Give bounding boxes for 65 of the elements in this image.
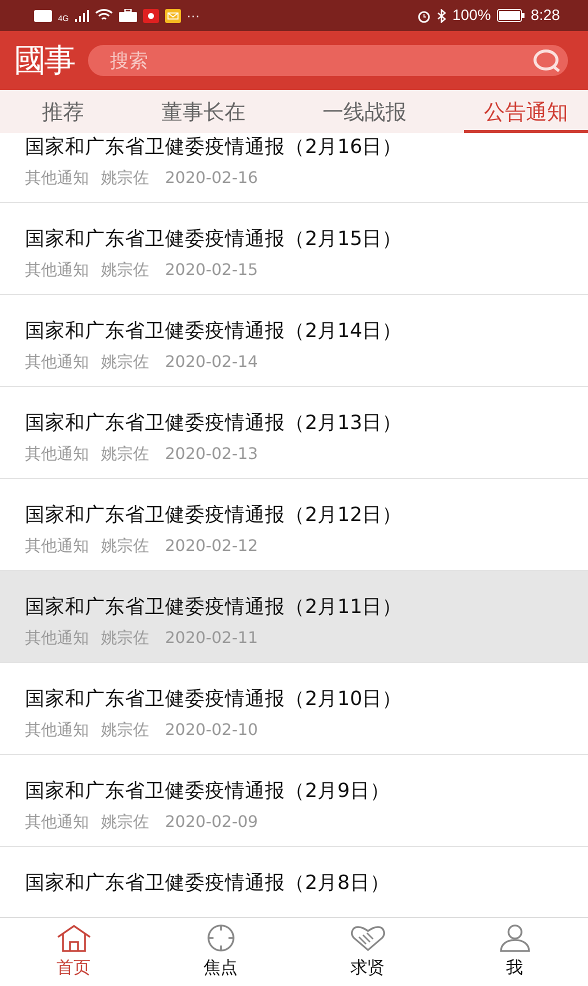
article-row[interactable]: 国家和广东省卫健委疫情通报（2月11日） 其他通知 姚宗佐 2020-02-11 <box>0 571 588 663</box>
article-category: 其他通知 <box>25 352 89 373</box>
nav-tab[interactable]: 我 <box>441 918 588 986</box>
article-author: 姚宗佐 <box>101 260 149 281</box>
category-tab[interactable]: 推荐 <box>22 90 104 133</box>
more-notifications: ··· <box>186 8 200 23</box>
article-category: 其他通知 <box>25 720 89 741</box>
article-date: 2020-02-10 <box>165 720 258 741</box>
app-logo: 國事 <box>14 40 74 80</box>
article-category: 其他通知 <box>25 628 89 649</box>
category-tab[interactable]: 公告通知 <box>464 90 588 133</box>
article-category: 其他通知 <box>25 536 89 557</box>
search-icon[interactable] <box>532 48 562 74</box>
article-title: 国家和广东省卫健委疫情通报（2月12日） <box>25 502 404 528</box>
nav-tab[interactable]: 求贤 <box>294 918 441 986</box>
wifi-icon <box>94 9 113 22</box>
battery-icon <box>496 9 525 22</box>
article-author: 姚宗佐 <box>101 628 149 649</box>
article-author: 姚宗佐 <box>101 444 149 465</box>
article-row[interactable]: 国家和广东省卫健委疫情通报（2月9日） 其他通知 姚宗佐 2020-02-09 <box>0 755 588 847</box>
article-title: 国家和广东省卫健委疫情通报（2月9日） <box>25 778 391 804</box>
briefcase-icon <box>118 9 137 22</box>
category-tab[interactable]: 董事长在 <box>141 90 266 133</box>
article-category: 其他通知 <box>25 260 89 281</box>
article-title: 国家和广东省卫健委疫情通报（2月8日） <box>25 870 391 896</box>
article-date: 2020-02-12 <box>165 536 258 557</box>
article-row[interactable]: 国家和广东省卫健委疫情通报（2月16日） 其他通知 姚宗佐 2020-02-16 <box>0 133 588 203</box>
article-date: 2020-02-11 <box>165 628 258 649</box>
signal-icon <box>74 10 89 22</box>
nav-tab[interactable]: 首页 <box>0 918 147 986</box>
article-row[interactable]: 国家和广东省卫健委疫情通报（2月14日） 其他通知 姚宗佐 2020-02-14 <box>0 295 588 387</box>
nav-tab[interactable]: 焦点 <box>147 918 294 986</box>
bluetooth-icon <box>437 8 446 22</box>
article-title: 国家和广东省卫健委疫情通报（2月15日） <box>25 226 404 252</box>
article-title: 国家和广东省卫健委疫情通报（2月16日） <box>25 134 404 160</box>
network-label: 4G <box>58 14 69 23</box>
article-row[interactable]: 国家和广东省卫健委疫情通报（2月10日） 其他通知 姚宗佐 2020-02-10 <box>0 663 588 755</box>
article-author: 姚宗佐 <box>101 812 149 833</box>
article-author: 姚宗佐 <box>101 168 149 189</box>
category-tab[interactable]: 一线战报 <box>302 90 427 133</box>
handshake-icon <box>350 924 386 952</box>
article-date: 2020-02-13 <box>165 444 258 465</box>
article-author: 姚宗佐 <box>101 352 149 373</box>
article-category: 其他通知 <box>25 444 89 465</box>
article-category: 其他通知 <box>25 812 89 833</box>
clock-time: 8:28 <box>530 7 560 24</box>
article-author: 姚宗佐 <box>101 720 149 741</box>
article-date: 2020-02-14 <box>165 352 258 373</box>
article-date: 2020-02-16 <box>165 168 258 189</box>
article-row[interactable]: 国家和广东省卫健委疫情通报（2月13日） 其他通知 姚宗佐 2020-02-13 <box>0 387 588 479</box>
article-title: 国家和广东省卫健委疫情通报（2月13日） <box>25 410 404 436</box>
battery-percent: 100% <box>452 7 491 24</box>
article-row[interactable]: 国家和广东省卫健委疫情通报（2月15日） 其他通知 姚宗佐 2020-02-15 <box>0 203 588 295</box>
search-field[interactable]: 搜索 <box>88 45 568 76</box>
article-title: 国家和广东省卫健委疫情通报（2月14日） <box>25 318 404 344</box>
house-icon <box>56 924 92 952</box>
app-icon <box>142 8 159 22</box>
alarm-icon <box>417 8 432 22</box>
mail-icon <box>164 8 181 22</box>
article-title: 国家和广东省卫健委疫情通报（2月10日） <box>25 686 404 712</box>
article-date: 2020-02-09 <box>165 812 258 833</box>
article-category: 其他通知 <box>25 168 89 189</box>
article-title: 国家和广东省卫健委疫情通报（2月11日） <box>25 594 404 620</box>
article-date: 2020-02-15 <box>165 260 258 281</box>
article-author: 姚宗佐 <box>101 536 149 557</box>
